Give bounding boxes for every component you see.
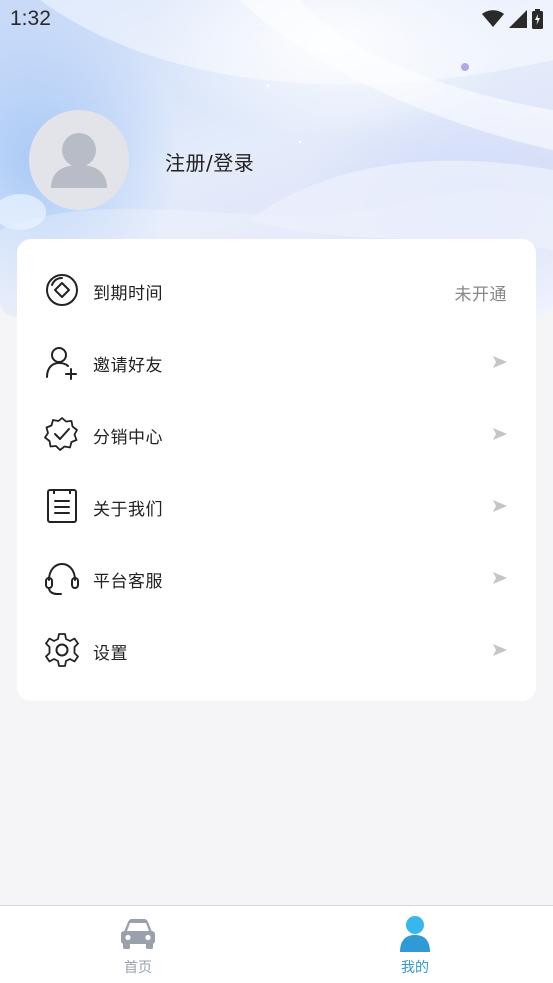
tab-home[interactable]: 首页	[0, 906, 276, 983]
menu-item-label: 关于我们	[93, 500, 163, 520]
tab-label: 首页	[124, 960, 152, 976]
status-bar: 1:32	[0, 0, 553, 40]
badge-check-icon	[44, 417, 78, 451]
menu-item-settings[interactable]: 设置	[17, 615, 536, 687]
arrow-right-icon	[493, 572, 507, 584]
menu-item-invite-friends[interactable]: 邀请好友	[17, 327, 536, 399]
avatar[interactable]	[29, 110, 129, 210]
bottom-tab-bar: 首页 我的	[0, 905, 553, 983]
tab-mine[interactable]: 我的	[277, 906, 553, 983]
arrow-right-icon	[493, 356, 507, 368]
default-avatar-icon	[51, 133, 107, 188]
document-list-icon	[47, 489, 77, 523]
expiry-time-icon	[46, 274, 78, 306]
menu-item-expiry-time[interactable]: 到期时间 未开通	[17, 255, 536, 327]
invite-user-icon	[46, 347, 77, 380]
arrow-right-icon	[493, 500, 507, 512]
menu-item-label: 平台客服	[93, 572, 163, 592]
menu-item-label: 邀请好友	[93, 356, 163, 376]
gear-icon	[45, 633, 79, 667]
menu-card: 到期时间 未开通 邀请好友 分销中心 关于我们 平台客服 设置	[17, 239, 536, 701]
expiry-status-value: 未开通	[454, 285, 507, 305]
login-register-link[interactable]: 注册/登录	[165, 147, 254, 176]
wifi-icon	[482, 10, 504, 27]
menu-item-label: 设置	[93, 644, 128, 664]
signal-icon	[509, 10, 527, 28]
menu-item-about-us[interactable]: 关于我们	[17, 471, 536, 543]
headset-icon	[45, 562, 79, 595]
profile-screen: 1:32 注册/登录 到期时间 未开通 邀请好友 分销中心 关于我们 平台客服 …	[0, 0, 553, 983]
status-time: 1:32	[10, 7, 51, 30]
status-icons	[482, 9, 543, 29]
menu-item-customer-service[interactable]: 平台客服	[17, 543, 536, 615]
menu-item-distribution-center[interactable]: 分销中心	[17, 399, 536, 471]
battery-charging-icon	[532, 9, 543, 29]
menu-item-label: 分销中心	[93, 428, 163, 448]
menu-item-label: 到期时间	[93, 284, 163, 304]
user-icon	[400, 916, 430, 952]
arrow-right-icon	[493, 644, 507, 656]
car-icon	[121, 919, 155, 949]
tab-label: 我的	[401, 960, 429, 976]
arrow-right-icon	[493, 428, 507, 440]
